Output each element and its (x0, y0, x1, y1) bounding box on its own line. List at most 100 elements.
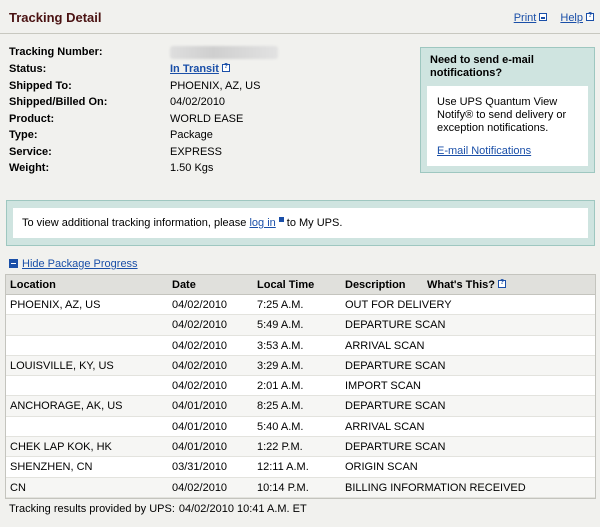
status-help-icon[interactable] (221, 63, 230, 72)
help-icon[interactable] (586, 12, 594, 21)
detail-value: PHOENIX, AZ, US (170, 80, 261, 92)
page-title: Tracking Detail (9, 10, 102, 25)
whats-this-help-icon[interactable] (498, 279, 507, 288)
cell-time: 5:40 A.M. (257, 420, 304, 433)
cell-time: 5:49 A.M. (257, 319, 304, 332)
table-row: LOUISVILLE, KY, US 04/02/2010 3:29 A.M. … (6, 355, 595, 377)
cell-description: DEPARTURE SCAN (345, 359, 446, 372)
detail-type: Type: Package (9, 129, 409, 145)
detail-value: EXPRESS (170, 146, 222, 158)
detail-shipped-to: Shipped To: PHOENIX, AZ, US (9, 80, 409, 96)
cell-location: CN (10, 481, 26, 494)
package-progress-table: Location Date Local Time Description Wha… (5, 274, 596, 499)
detail-label: Product: (9, 113, 55, 125)
cell-description: OUT FOR DELIVERY (345, 299, 452, 311)
cell-time: 1:22 P.M. (257, 441, 303, 454)
login-text-before: To view additional tracking information,… (22, 217, 247, 229)
cell-description: ORIGIN SCAN (345, 461, 418, 474)
detail-value: 04/02/2010 (170, 96, 226, 108)
cell-description: DEPARTURE SCAN (345, 441, 446, 454)
column-header-location: Location (10, 279, 56, 291)
detail-label: Shipped To: (9, 80, 72, 92)
column-header-description: Description (345, 279, 406, 291)
cell-time: 10:14 P.M. (257, 481, 309, 494)
lock-icon (278, 217, 284, 222)
login-prompt: To view additional tracking information,… (13, 208, 588, 238)
cell-time: 12:11 A.M. (257, 461, 309, 474)
redacted-tracking-number (170, 46, 278, 59)
cell-date: 04/01/2010 (172, 441, 228, 454)
email-notifications-link[interactable]: E-mail Notifications (437, 145, 578, 158)
detail-label: Shipped/Billed On: (9, 96, 108, 108)
detail-status: Status: In Transit (9, 63, 409, 79)
cell-description: DEPARTURE SCAN (345, 319, 446, 332)
top-divider (0, 33, 600, 34)
login-text-after: to My UPS. (286, 217, 343, 229)
print-icon[interactable] (539, 13, 548, 21)
detail-weight: Weight: 1.50 Kgs (9, 162, 409, 178)
cell-time: 8:25 A.M. (257, 400, 304, 413)
cell-time: 3:29 A.M. (257, 359, 304, 372)
cell-location: PHOENIX, AZ, US (10, 299, 101, 311)
cell-description: DEPARTURE SCAN (345, 400, 446, 413)
cell-time: 7:25 A.M. (257, 299, 304, 311)
print-link[interactable]: Print (514, 12, 548, 24)
top-links: Print Help (504, 12, 594, 24)
cell-description: ARRIVAL SCAN (345, 339, 425, 352)
detail-tracking-number: Tracking Number: (9, 46, 409, 62)
help-link[interactable]: Help (560, 12, 594, 24)
cell-time: 3:53 A.M. (257, 339, 304, 352)
table-row: ANCHORAGE, AK, US 04/01/2010 8:25 A.M. D… (6, 396, 595, 417)
detail-service: Service: EXPRESS (9, 146, 409, 162)
whats-this-help[interactable]: What's This? (427, 279, 507, 291)
whats-this-label[interactable]: What's This? (427, 279, 495, 291)
tracking-footer: Tracking results provided by UPS: 04/02/2… (9, 503, 307, 515)
table-row: 04/02/2010 5:49 A.M. DEPARTURE SCAN (6, 315, 595, 336)
cell-description: ARRIVAL SCAN (345, 420, 425, 433)
email-notification-panel: Need to send e-mail notifications? Use U… (420, 47, 595, 173)
cell-date: 04/02/2010 (172, 380, 228, 393)
print-link-label[interactable]: Print (514, 12, 537, 24)
detail-value: WORLD EASE (170, 113, 244, 125)
detail-shipped-on: Shipped/Billed On: 04/02/2010 (9, 96, 409, 112)
cell-date: 04/02/2010 (172, 481, 228, 494)
detail-label: Type: (9, 129, 38, 141)
cell-location: ANCHORAGE, AK, US (10, 400, 123, 413)
cell-date: 04/02/2010 (172, 359, 228, 372)
detail-value: Package (170, 129, 213, 141)
column-header-local-time: Local Time (257, 279, 315, 291)
footer-timestamp: 04/02/2010 10:41 A.M. ET (178, 503, 307, 515)
table-row: PHOENIX, AZ, US 04/02/2010 7:25 A.M. OUT… (6, 295, 595, 316)
collapse-icon[interactable] (9, 259, 18, 268)
login-prompt-panel: To view additional tracking information,… (6, 200, 595, 246)
table-row: 04/01/2010 5:40 A.M. ARRIVAL SCAN (6, 416, 595, 438)
table-header: Location Date Local Time Description Wha… (6, 275, 595, 295)
cell-date: 04/01/2010 (172, 400, 228, 413)
footer-text: Tracking results provided by UPS: (9, 503, 175, 515)
detail-label: Weight: (9, 162, 50, 174)
table-row: CN 04/02/2010 10:14 P.M. BILLING INFORMA… (6, 477, 595, 498)
cell-location: LOUISVILLE, KY, US (10, 359, 114, 372)
cell-time: 2:01 A.M. (257, 380, 304, 393)
table-row: 04/02/2010 2:01 A.M. IMPORT SCAN (6, 376, 595, 397)
status-link[interactable]: In Transit (170, 63, 219, 75)
hide-package-progress-toggle[interactable]: Hide Package Progress (9, 258, 138, 270)
cell-location: CHEK LAP KOK, HK (10, 441, 112, 454)
notify-heading: Need to send e-mail notifications? (430, 54, 534, 79)
cell-location: SHENZHEN, CN (10, 461, 93, 474)
table-row: CHEK LAP KOK, HK 04/01/2010 1:22 P.M. DE… (6, 437, 595, 458)
login-link[interactable]: log in (249, 217, 275, 229)
table-row: 04/02/2010 3:53 A.M. ARRIVAL SCAN (6, 335, 595, 356)
detail-label: Tracking Number: (9, 46, 103, 58)
hide-package-progress-link[interactable]: Hide Package Progress (22, 258, 138, 270)
cell-description: BILLING INFORMATION RECEIVED (345, 481, 526, 494)
table-row: SHENZHEN, CN 03/31/2010 12:11 A.M. ORIGI… (6, 457, 595, 478)
cell-date: 03/31/2010 (172, 461, 228, 474)
detail-value: 1.50 Kgs (170, 162, 214, 174)
notify-text: Use UPS Quantum View Notify® to send del… (437, 96, 567, 134)
cell-description: IMPORT SCAN (345, 380, 421, 393)
cell-date: 04/02/2010 (172, 299, 228, 311)
help-link-label[interactable]: Help (560, 12, 583, 24)
detail-label: Status: (9, 63, 47, 75)
detail-label: Service: (9, 146, 52, 158)
